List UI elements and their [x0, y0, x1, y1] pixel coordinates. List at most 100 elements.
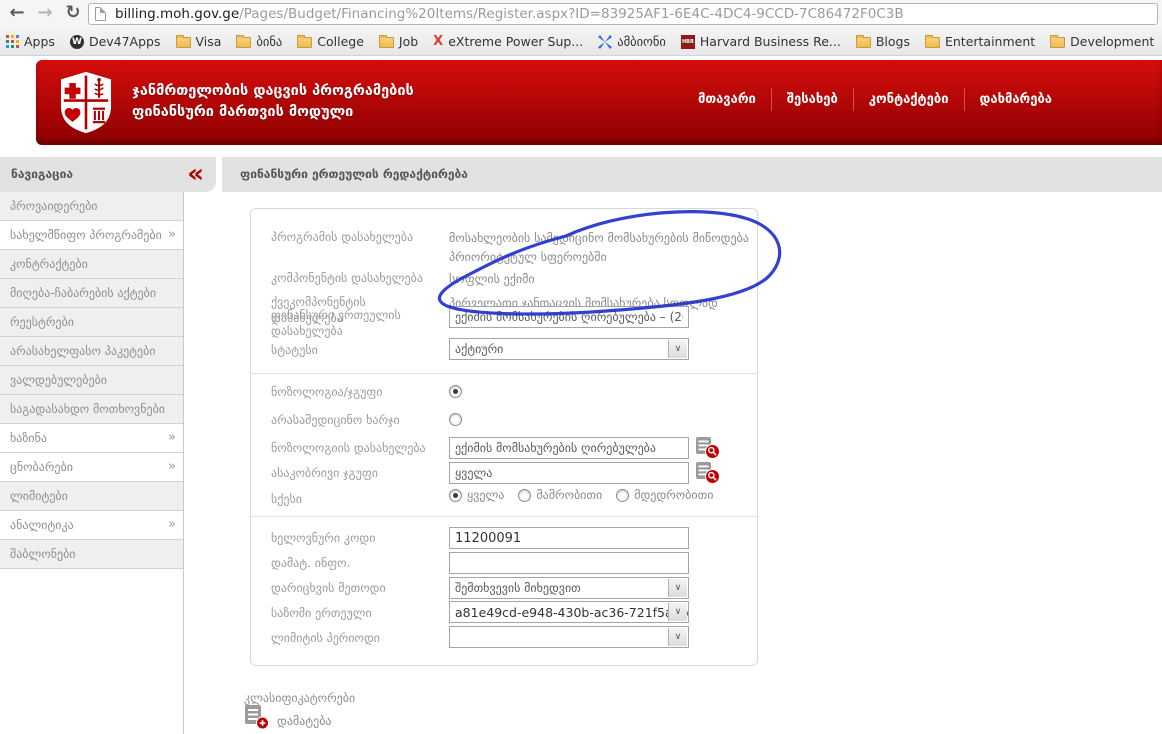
finunit-label: ფინანსური ერთეულის დასახელება	[271, 308, 401, 339]
bookmark-label: Blogs	[875, 34, 910, 49]
nosology-name-input[interactable]	[449, 437, 689, 459]
nav-item-help[interactable]: დახმარება	[963, 88, 1067, 111]
age-group-input[interactable]	[449, 462, 689, 484]
accrual-method-select[interactable]: შემთხვევის მიხედვით ∨	[449, 577, 689, 599]
menu-label: ანალიტიკა	[10, 518, 74, 532]
program-label: პროგრამის დასახელება	[271, 230, 414, 244]
hbr-icon: HBR	[680, 34, 695, 49]
bookmark-ambioni[interactable]: ამბიონი	[598, 34, 666, 49]
browser-toolbar: ← → ↻ billing.moh.gov.ge/Pages/Budget/Fi…	[0, 0, 1162, 28]
bookmark-label: Visa	[195, 34, 222, 49]
shield-icon	[60, 71, 112, 134]
menu-label: ცნობარები	[10, 460, 73, 474]
back-icon[interactable]: ←	[5, 1, 29, 25]
sex-label: სქესი	[271, 492, 302, 506]
sidebar-item-references[interactable]: ცნობარები »	[0, 453, 183, 482]
menu-label: არასახელფასო პაკეტები	[10, 344, 156, 358]
bookmark-dev47apps[interactable]: W Dev47Apps	[69, 34, 161, 49]
nosology-group-radio[interactable]	[449, 385, 462, 398]
program-value: მოსახლეობის სამედიცინო მომსახურების მიწო…	[449, 231, 749, 265]
sidebar-item-acceptance-acts[interactable]: მიღება-ჩაბარების აქტები	[0, 279, 183, 308]
url-host: billing.moh.gov.ge	[115, 6, 240, 22]
accrual-method-label: დარიცხვის მეთოდი	[271, 581, 386, 595]
add-classifier-button[interactable]: დამატება	[244, 703, 332, 730]
bookmark-development[interactable]: Development	[1050, 34, 1154, 49]
manual-code-input[interactable]	[449, 527, 689, 549]
sidebar-item-registers[interactable]: რეესტრები	[0, 308, 183, 337]
sidebar-item-templates[interactable]: შაბლონები	[0, 540, 183, 569]
sidebar-item-obligations[interactable]: ვალდებულებები	[0, 366, 183, 395]
sidebar-nav: პროვაიდერები სახელმწიფო პროგრამები » კონტ…	[0, 192, 184, 734]
limit-period-label: ლიმიტის პერიოდი	[271, 631, 381, 645]
menu-label: პროვაიდერები	[10, 199, 98, 213]
bookmark-hbr[interactable]: HBR Harvard Business Re...	[680, 34, 841, 49]
sidebar-item-limits[interactable]: ლიმიტები	[0, 482, 183, 511]
sidebar-item-providers[interactable]: პროვაიდერები	[0, 192, 183, 221]
sidebar-item-treasury[interactable]: ხაზინა »	[0, 424, 183, 453]
nosology-search-button[interactable]	[695, 436, 721, 460]
sex-option-label: ყველა	[467, 488, 505, 502]
age-group-label: ასაკობრივი ჯგუფი	[271, 466, 378, 480]
bookmark-label: ამბიონი	[617, 34, 666, 49]
bookmark-extreme-power[interactable]: X eXtreme Power Sup...	[433, 34, 583, 49]
measure-unit-select[interactable]: a81e49cd-e948-430b-ac36-721f5a4b911 ∨	[449, 601, 689, 623]
reload-icon[interactable]: ↻	[61, 1, 85, 25]
bookmark-label: Entertainment	[944, 34, 1036, 49]
finunit-input[interactable]	[449, 306, 689, 328]
bookmark-apps[interactable]: Apps	[6, 34, 55, 49]
add-info-label: დამატ. ინფო.	[271, 556, 351, 570]
bookmark-label: Dev47Apps	[88, 34, 161, 49]
folder-icon	[378, 34, 394, 48]
add-info-input[interactable]	[449, 552, 689, 574]
site-header: ჯანმრთელობის დაცვის პროგრამების ფინანსურ…	[36, 60, 1162, 145]
folder-icon	[924, 34, 940, 48]
nav-item-contacts[interactable]: კონტაქტები	[852, 88, 964, 111]
sex-option-female[interactable]: მდედრობითი	[616, 488, 713, 502]
sex-option-all[interactable]: ყველა	[449, 488, 504, 502]
measure-unit-value: a81e49cd-e948-430b-ac36-721f5a4b911	[455, 605, 689, 620]
divider	[251, 373, 757, 374]
nav-item-home[interactable]: მთავარი	[683, 88, 771, 111]
bookmark-entertainment[interactable]: Entertainment	[924, 34, 1036, 49]
nonmedical-label: არასამედიცინო ხარჯი	[271, 413, 400, 427]
bookmark-college[interactable]: College	[297, 34, 364, 49]
sidebar-item-state-programs[interactable]: სახელმწიფო პროგრამები »	[0, 221, 183, 250]
sidebar-item-payment-requests[interactable]: საგადასახდო მოთხოვნები	[0, 395, 183, 424]
list-search-icon	[696, 437, 720, 459]
apps-grid-icon	[6, 35, 19, 48]
menu-label: რეესტრები	[10, 315, 74, 329]
sidebar-item-contracts[interactable]: კონტრაქტები	[0, 250, 183, 279]
menu-label: ლიმიტები	[10, 489, 68, 503]
sidebar-item-nonsalary-packages[interactable]: არასახელფასო პაკეტები	[0, 337, 183, 366]
page-icon	[95, 7, 106, 21]
bookmark-bina[interactable]: ბინა	[236, 34, 282, 49]
nonmedical-radio[interactable]	[449, 413, 462, 426]
nav-item-about[interactable]: შესახებ	[770, 88, 853, 111]
forward-icon[interactable]: →	[33, 1, 57, 25]
component-label: კომპონენტის დასახელება	[271, 271, 423, 285]
chevron-down-icon: ∨	[668, 628, 687, 646]
status-select[interactable]: აქტიური ∨	[449, 338, 689, 360]
radio-icon[interactable]	[449, 488, 462, 502]
bookmark-label: ბინა	[256, 34, 283, 49]
bookmark-job[interactable]: Job	[378, 34, 419, 49]
sex-option-male[interactable]: მამრობითი	[518, 488, 602, 502]
limit-period-select[interactable]: ∨	[449, 626, 689, 648]
measure-unit-label: საზომი ერთეული	[271, 606, 372, 620]
address-bar[interactable]: billing.moh.gov.ge/Pages/Budget/Financin…	[88, 3, 1158, 25]
sidebar-item-analytics[interactable]: ანალიტიკა »	[0, 511, 183, 540]
age-group-search-button[interactable]	[695, 461, 721, 485]
edit-form-panel: პროგრამის დასახელება მოსახლეობის სამედიც…	[250, 208, 758, 666]
bookmark-label: Job	[398, 34, 419, 49]
wordpress-icon: W	[69, 34, 84, 49]
chevron-right-icon: »	[168, 517, 176, 532]
bookmark-visa[interactable]: Visa	[175, 34, 222, 49]
radio-icon[interactable]	[518, 488, 532, 502]
manual-code-label: ხელოვნური კოდი	[271, 531, 376, 545]
site-title-line1: ჯანმრთელობის დაცვის პროგრამების	[132, 83, 414, 99]
bookmark-blogs[interactable]: Blogs	[855, 34, 910, 49]
folder-icon	[297, 34, 313, 48]
sex-option-label: მამრობითი	[536, 488, 603, 502]
collapse-sidebar-icon[interactable]: «	[187, 158, 204, 190]
radio-icon[interactable]	[616, 488, 630, 502]
